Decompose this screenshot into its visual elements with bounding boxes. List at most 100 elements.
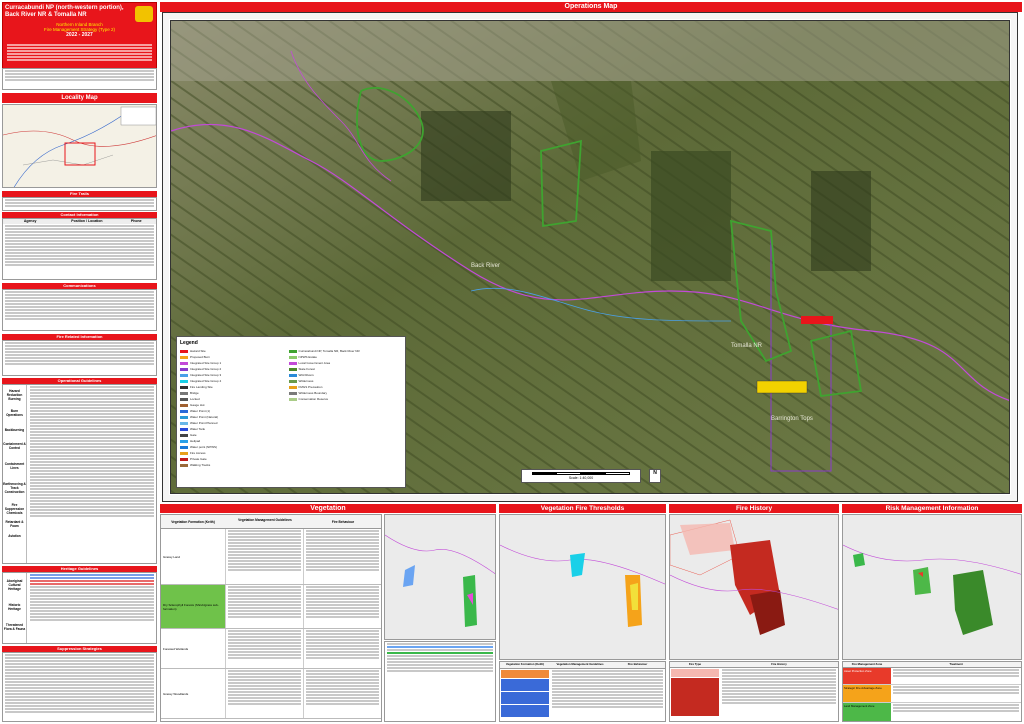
legend-swatch: [180, 427, 188, 431]
vegetation-header: Vegetation: [160, 504, 496, 513]
north-arrow-icon: N: [649, 469, 661, 483]
legend-swatch: [180, 373, 188, 377]
side-label: Backburning: [4, 428, 25, 432]
legend-label: Curracabundi NP, Tomalla NR, Back River …: [298, 349, 360, 353]
vegetation-legend: [384, 641, 496, 722]
legend-label: Hazard Site: [190, 349, 206, 353]
legend-label: Locked: [190, 397, 200, 401]
legend-label: Water Point (Natural): [190, 415, 219, 419]
legend-label: Fire Landing Site: [190, 385, 213, 389]
risk-map-svg: [843, 544, 1021, 635]
legend-label: Conservation Reserve: [298, 397, 329, 401]
veg-row-label: Forested Wetlands: [161, 629, 225, 668]
side-label: Containment & Control: [3, 442, 26, 450]
legend-label: Gate: [190, 433, 197, 437]
legend-label: State Forest: [298, 367, 315, 371]
legend-label: Integrated Site Group 4: [190, 379, 222, 383]
fire-history-table: Fire Type Fire History: [669, 661, 839, 722]
operations-map-header: Operations Map: [160, 2, 1022, 12]
veg-row-label: Grassy Woodlands: [161, 669, 225, 718]
legend-label: Fire Access: [190, 451, 206, 455]
legend-label: Water point (NPWS): [190, 445, 218, 449]
legend-label: Wilderness: [298, 379, 314, 383]
veg-thresholds-svg: [500, 544, 665, 627]
veg-row-label: Dry Sclerophyll Forests (Shrub/grass sub…: [161, 585, 225, 628]
legend-label: FMGS Precaution: [298, 385, 323, 389]
page-title: Curracabundi NP (north-western portion),…: [5, 5, 124, 18]
legend-label: Gauge Hut: [190, 403, 205, 407]
legend-swatch: [180, 349, 188, 353]
legend-swatch: [180, 457, 188, 461]
legend-swatch: [180, 421, 188, 425]
legend-item: Conservation Reserve: [288, 396, 402, 402]
legend-label: Private Gate: [190, 457, 207, 461]
risk-col-head: Treatment: [949, 662, 963, 666]
side-label: Retardant & Foam: [5, 520, 24, 528]
side-label: Burn Operations: [6, 409, 23, 417]
map-label: Barrington Tops: [771, 416, 813, 422]
communications-table: [2, 289, 157, 331]
fire-history-col-head: Fire History: [771, 662, 787, 666]
risk-header: Risk Management Information: [842, 504, 1022, 513]
legend-swatch: [180, 409, 188, 413]
risk-zone-swatch: Land Management Zone: [843, 703, 891, 721]
risk-map[interactable]: [842, 514, 1022, 660]
scale-label: Scale: 1:40,000: [568, 476, 594, 480]
fire-history-map[interactable]: [669, 514, 839, 660]
legend-swatch: [288, 397, 297, 401]
legend-swatch: [180, 439, 188, 443]
map-label: Back River: [471, 263, 501, 269]
risk-zone-swatch: Strategic Fire Advantage Zone: [843, 685, 891, 702]
heritage-table: Aboriginal Cultural Heritage Historic He…: [2, 572, 157, 644]
legend-label: Bridge: [190, 391, 199, 395]
operational-guidelines-table: Hazard Reduction Burning Burn Operations…: [2, 384, 157, 564]
risk-zone-swatch: Asset Protection Zone: [843, 668, 891, 684]
veg-thresholds-table: Vegetation Formation (Keith) Vegetation …: [499, 661, 666, 722]
legend-swatch: [180, 445, 188, 449]
side-label: Threatened Flora & Fauna: [3, 623, 26, 631]
legend-swatch: [180, 397, 188, 401]
legend-swatch: [180, 403, 188, 407]
side-label: Containment Lines: [4, 462, 25, 470]
legend-swatch: [288, 379, 297, 383]
side-label: Historic Heritage: [8, 603, 21, 611]
legend-label: Water Point (1): [190, 409, 211, 413]
veg-col-head: Vegetation Formation (Keith): [171, 520, 215, 524]
legend-label: Proposed Burn: [190, 355, 211, 359]
locality-map[interactable]: [2, 104, 157, 188]
legend-label: Integrated Site Group 2: [190, 367, 222, 371]
legend-swatch: [180, 451, 188, 455]
legend-title: Legend: [180, 340, 198, 346]
veg-col-head: Fire Behaviour: [331, 520, 355, 524]
veg-thresholds-map[interactable]: [499, 514, 666, 660]
legend-swatch: [288, 349, 297, 353]
agency-col: Agency: [23, 219, 37, 223]
veg-row: Grassy Land: [161, 529, 381, 585]
fire-related-table: [2, 340, 157, 376]
side-label: Hazard Reduction Burning: [6, 389, 23, 401]
legend-label: Water Point Planned: [190, 421, 218, 425]
logo: [135, 6, 153, 22]
legend-label: Walking Tracks: [190, 463, 211, 467]
legend-swatch: [288, 385, 297, 389]
veg-row: Grassy Woodlands: [161, 669, 381, 719]
vegetation-map[interactable]: [384, 514, 496, 640]
legend-swatch: [180, 433, 188, 437]
legend-label: NPWS Estate: [298, 355, 317, 359]
legend-label: Wild Rivers: [298, 373, 314, 377]
legend-label: Integrated Site Group 1: [190, 361, 222, 365]
veg-row: Dry Sclerophyll Forests (Shrub/grass sub…: [161, 585, 381, 629]
locality-map-header: Locality Map: [2, 93, 157, 103]
legend-swatch: [180, 367, 188, 371]
operations-map[interactable]: Back River Tomalla NR Barrington Tops Le…: [170, 20, 1010, 494]
fire-history-header: Fire History: [669, 504, 839, 513]
legend-label: Water Tank: [190, 427, 206, 431]
legend-swatch: [288, 367, 297, 371]
side-label: Aboriginal Cultural Heritage: [6, 579, 23, 591]
threshold-col-head: Vegetation Formation (Keith): [505, 662, 545, 666]
map-legend: Legend Hazard Site Proposed Burn Integrate…: [176, 336, 406, 488]
fire-history-col-head: Fire Type: [688, 662, 702, 666]
legend-swatch: [180, 385, 188, 389]
legend-label: Wilderness Boundary: [298, 391, 328, 395]
legend-swatch: [180, 415, 188, 419]
